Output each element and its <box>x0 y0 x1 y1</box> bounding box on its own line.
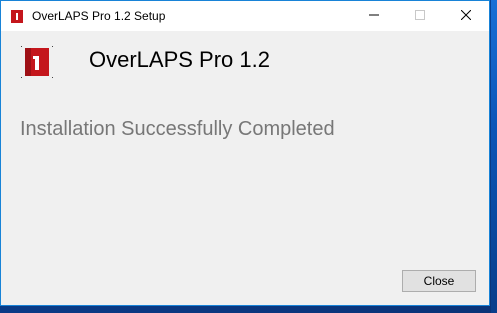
minimize-icon <box>369 7 379 25</box>
maximize-button <box>397 1 443 31</box>
window-title: OverLAPS Pro 1.2 Setup <box>32 9 166 23</box>
close-icon <box>460 7 472 25</box>
app-title: OverLAPS Pro 1.2 <box>89 47 270 72</box>
maximize-icon <box>415 7 425 25</box>
completion-message: Installation Successfully Completed <box>20 118 335 140</box>
close-window-button[interactable] <box>443 1 489 31</box>
app-small-icon <box>11 10 23 23</box>
app-logo-icon <box>21 46 53 78</box>
setup-window: OverLAPS Pro 1.2 Setup OverLAPS Pro 1.2 … <box>0 0 490 306</box>
desktop-background <box>491 0 497 313</box>
minimize-button[interactable] <box>351 1 397 31</box>
close-button[interactable]: Close <box>402 270 476 292</box>
title-bar[interactable]: OverLAPS Pro 1.2 Setup <box>1 1 489 31</box>
